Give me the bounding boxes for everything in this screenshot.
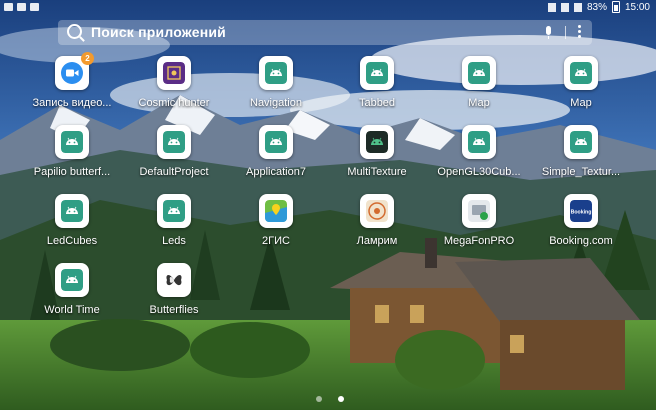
app-launcher-item[interactable]: Papilio butterf... [22, 125, 122, 189]
app-launcher-item[interactable]: LedCubes [22, 194, 122, 258]
app-launcher-item[interactable]: Map [429, 56, 529, 120]
app-launcher-item[interactable]: Simple_Textur... [531, 125, 631, 189]
page-dot-current[interactable] [338, 396, 344, 402]
android-icon [564, 125, 598, 159]
app-launcher-item[interactable]: MegaFonPRO [429, 194, 529, 258]
wifi-icon [560, 2, 569, 12]
app-label: Butterflies [149, 304, 199, 316]
status-bar: 83% 15:00 [0, 0, 656, 16]
lamrim-icon [360, 194, 394, 228]
android-icon [157, 194, 191, 228]
notification-badge: 2 [81, 52, 94, 65]
android-icon [157, 125, 191, 159]
search-icon [67, 24, 82, 39]
app-label: Ламрим [356, 235, 398, 247]
android-dark-icon [360, 125, 394, 159]
app-launcher-item[interactable]: Application7 [226, 125, 326, 189]
app-launcher-item[interactable]: Booking Booking.com [531, 194, 631, 258]
android-icon [259, 56, 293, 90]
gallery-notification-icon [4, 3, 13, 11]
app-label: Papilio butterf... [33, 166, 111, 178]
search-placeholder: Поиск приложений [91, 24, 226, 40]
page-dot[interactable] [316, 396, 322, 402]
megafon-icon [462, 194, 496, 228]
app-launcher-item[interactable]: Ламрим [327, 194, 427, 258]
app-label: Navigation [250, 97, 302, 109]
app-label: Simple_Textur... [541, 166, 621, 178]
message-notification-icon [17, 3, 26, 11]
more-options-icon[interactable] [578, 25, 581, 40]
app-label: Tabbed [358, 97, 396, 109]
android-icon [360, 56, 394, 90]
app-label: Map [468, 97, 490, 109]
app-launcher-item[interactable]: Tabbed [327, 56, 427, 120]
app-launcher-item[interactable]: Map [531, 56, 631, 120]
app-label: Leds [162, 235, 186, 247]
app-launcher-item[interactable]: 2 Запись видео... [22, 52, 122, 120]
svg-text:Booking: Booking [571, 210, 592, 216]
chat-notification-icon [30, 3, 39, 11]
vibrate-icon [547, 2, 556, 12]
android-icon [564, 56, 598, 90]
android-icon [462, 125, 496, 159]
app-launcher-item[interactable]: World Time [22, 263, 122, 327]
divider [565, 26, 566, 39]
app-label: LedCubes [46, 235, 98, 247]
page-indicator [316, 396, 344, 402]
notification-icons [4, 3, 39, 11]
app-label: Booking.com [549, 235, 613, 247]
clock: 15:00 [624, 1, 650, 13]
app-search-bar[interactable]: Поиск приложений [58, 20, 592, 45]
app-launcher-item[interactable]: DefaultProject [124, 125, 224, 189]
app-launcher-item[interactable]: Navigation [226, 56, 326, 120]
butterfly-icon [157, 263, 191, 297]
app-launcher-item[interactable]: Leds [124, 194, 224, 258]
android-icon [462, 56, 496, 90]
app-launcher-item[interactable]: MultiTexture [327, 125, 427, 189]
signal-icon [573, 2, 582, 12]
app-label: MultiTexture [347, 166, 407, 178]
app-label: World Time [44, 304, 100, 316]
app-label: 2ГИС [262, 235, 290, 247]
android-icon [55, 125, 89, 159]
app-label: Application7 [246, 166, 306, 178]
app-label: OpenGL30Cub... [437, 166, 521, 178]
app-launcher-item[interactable]: 2ГИС [226, 194, 326, 258]
app-label: Map [570, 97, 592, 109]
app-launcher-item[interactable]: Cosmic hunter [124, 56, 224, 120]
app-launcher-item[interactable]: OpenGL30Cub... [429, 125, 529, 189]
map-2gis-icon [259, 194, 293, 228]
app-launcher-item[interactable]: Butterflies [124, 263, 224, 327]
status-indicators: 83% 15:00 [547, 1, 650, 13]
app-label: Cosmic hunter [138, 97, 210, 109]
app-label: Запись видео... [32, 97, 112, 109]
android-icon [55, 263, 89, 297]
android-icon [259, 125, 293, 159]
cosmic-hunter-icon [157, 56, 191, 90]
android-icon [55, 194, 89, 228]
booking-icon: Booking [564, 194, 598, 228]
battery-percent: 83% [586, 1, 607, 13]
battery-icon [611, 1, 620, 13]
app-label: MegaFonPRO [443, 235, 515, 247]
microphone-icon[interactable] [546, 26, 551, 39]
app-label: DefaultProject [139, 166, 209, 178]
